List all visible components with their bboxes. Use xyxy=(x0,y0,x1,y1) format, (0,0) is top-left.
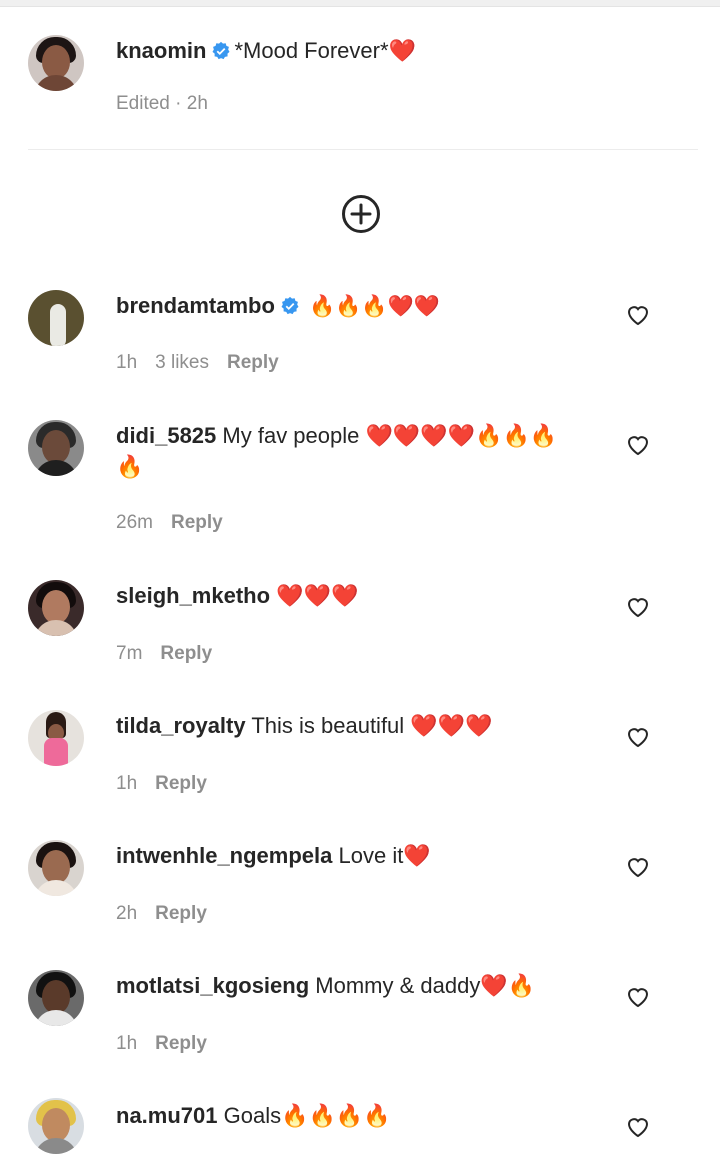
username[interactable]: motlatsi_kgosieng xyxy=(116,973,309,998)
comment-text: Goals🔥🔥🔥🔥 xyxy=(223,1103,391,1128)
reply-button[interactable]: Reply xyxy=(171,512,223,533)
comment-text: This is beautiful ❤️❤️❤️ xyxy=(251,713,493,738)
post-caption: knaomin *Mood Forever*❤️ Edited · 2h xyxy=(0,0,720,150)
username[interactable]: sleigh_mketho xyxy=(116,583,270,608)
comment-time: 7m xyxy=(116,643,143,664)
username[interactable]: na.mu701 xyxy=(116,1103,218,1128)
like-count[interactable]: 3 likes xyxy=(155,352,209,373)
avatar[interactable] xyxy=(28,35,84,91)
avatar[interactable] xyxy=(28,970,84,1026)
heart-outline-icon[interactable] xyxy=(626,304,650,326)
caption-text: *Mood Forever*❤️ xyxy=(234,38,416,63)
comment-time: 26m xyxy=(116,512,153,533)
comment-time: 1h xyxy=(116,1033,138,1054)
avatar[interactable] xyxy=(28,710,84,766)
avatar[interactable] xyxy=(28,580,84,636)
comment-text-continued: 🔥 xyxy=(116,454,144,479)
heart-outline-icon[interactable] xyxy=(626,856,650,878)
comment-text: 🔥🔥🔥❤️❤️ xyxy=(309,295,440,318)
comment-text: ❤️❤️❤️ xyxy=(276,583,359,608)
comment-text: My fav people ❤️❤️❤️❤️🔥🔥🔥 xyxy=(222,423,558,448)
comment-text: Love it❤️ xyxy=(338,843,431,868)
heart-outline-icon[interactable] xyxy=(626,1116,650,1138)
comment-text: Mommy & daddy❤️🔥 xyxy=(315,973,536,998)
username[interactable]: didi_5825 xyxy=(116,423,216,448)
avatar[interactable] xyxy=(28,1098,84,1154)
username[interactable]: knaomin xyxy=(116,38,206,63)
username[interactable]: tilda_royalty xyxy=(116,713,246,738)
heart-outline-icon[interactable] xyxy=(626,596,650,618)
avatar[interactable] xyxy=(28,840,84,896)
heart-outline-icon[interactable] xyxy=(626,986,650,1008)
divider xyxy=(28,149,698,150)
reply-button[interactable]: Reply xyxy=(155,773,207,794)
username[interactable]: intwenhle_ngempela xyxy=(116,843,332,868)
reply-button[interactable]: Reply xyxy=(160,643,212,664)
heart-outline-icon[interactable] xyxy=(626,726,650,748)
username[interactable]: brendamtambo xyxy=(116,293,275,318)
reply-button[interactable]: Reply xyxy=(155,1033,207,1054)
plus-circle-icon[interactable] xyxy=(341,194,381,234)
reply-button[interactable]: Reply xyxy=(227,352,279,373)
heart-outline-icon[interactable] xyxy=(626,434,650,456)
comment-time: 1h xyxy=(116,352,138,373)
comment-time: 2h xyxy=(116,903,138,924)
caption-meta: Edited · 2h xyxy=(116,93,208,114)
reply-button[interactable]: Reply xyxy=(155,903,207,924)
comment-time: 1h xyxy=(116,773,138,794)
avatar[interactable] xyxy=(28,420,84,476)
verified-badge-icon xyxy=(212,41,230,60)
avatar[interactable] xyxy=(28,290,84,346)
verified-badge-icon xyxy=(281,296,299,315)
